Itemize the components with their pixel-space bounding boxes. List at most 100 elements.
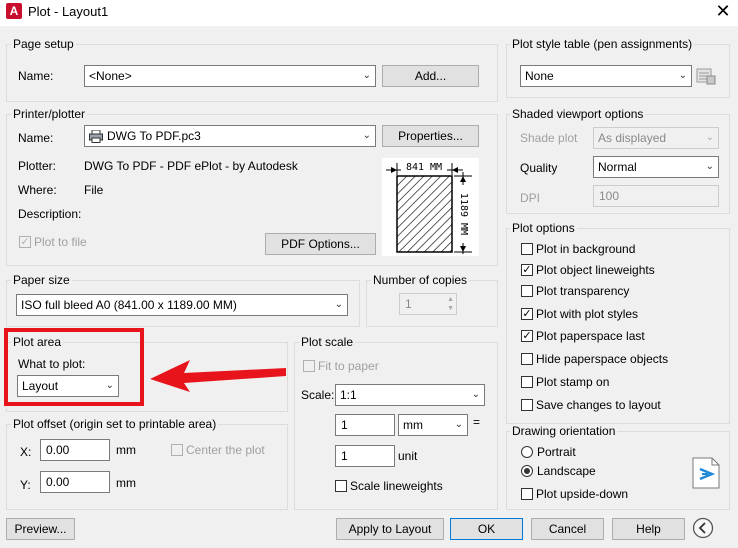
scale-lineweights-checkbox[interactable]	[335, 480, 347, 492]
apply-to-layout-button[interactable]: Apply to Layout	[336, 518, 444, 540]
landscape-label: Landscape	[537, 464, 596, 478]
page-setup-name-value: <None>	[89, 69, 132, 83]
plot-with-plot-styles-checkbox[interactable]: ✓	[521, 308, 533, 320]
title-bar	[0, 0, 738, 26]
upside-down-checkbox[interactable]	[521, 488, 533, 500]
plot-offset-group	[6, 424, 288, 510]
copies-stepper[interactable]: 1 ▲ ▼	[399, 293, 457, 315]
hide-paperspace-objects-label: Hide paperspace objects	[536, 352, 669, 366]
fit-to-paper-label: Fit to paper	[318, 359, 379, 373]
quality-label: Quality	[520, 161, 558, 175]
center-plot-checkbox[interactable]	[171, 444, 183, 456]
plot-paperspace-last-label: Plot paperspace last	[536, 329, 645, 343]
offset-x-label: X:	[20, 445, 32, 459]
plotter-value: DWG To PDF - PDF ePlot - by Autodesk	[84, 159, 298, 173]
save-changes-checkbox[interactable]	[521, 399, 533, 411]
orientation-label: Drawing orientation	[510, 424, 618, 438]
page-setup-label: Page setup	[11, 37, 76, 51]
chevron-down-icon: ⌄	[705, 161, 714, 172]
plotter-label: Plotter:	[18, 159, 57, 173]
scale-numerator-input[interactable]: 1	[335, 414, 395, 436]
plot-object-lineweights-checkbox[interactable]: ✓	[521, 264, 533, 276]
preview-button[interactable]: Preview...	[6, 518, 75, 540]
preview-height-label: 1189 MM	[457, 185, 469, 243]
chevron-down-icon: ⌄	[362, 70, 371, 81]
where-label: Where:	[18, 183, 57, 197]
paper-size-value: ISO full bleed A0 (841.00 x 1189.00 MM)	[21, 298, 237, 312]
portrait-label: Portrait	[537, 445, 576, 459]
properties-button[interactable]: Properties...	[382, 125, 479, 147]
edit-plot-style-icon[interactable]	[695, 66, 717, 86]
plot-in-background-label: Plot in background	[536, 242, 636, 256]
offset-x-unit: mm	[116, 443, 136, 457]
save-changes-label: Save changes to layout	[536, 398, 661, 412]
plot-in-background-checkbox[interactable]	[521, 243, 533, 255]
offset-y-unit: mm	[116, 476, 136, 490]
plot-with-plot-styles-label: Plot with plot styles	[536, 307, 639, 321]
chevron-down-icon: ⌄	[705, 132, 714, 143]
cancel-button[interactable]: Cancel	[531, 518, 604, 540]
landscape-orientation-icon	[692, 457, 720, 489]
scale-combo[interactable]: 1:1 ⌄	[335, 384, 485, 406]
plot-transparency-checkbox[interactable]	[521, 285, 533, 297]
shade-plot-combo[interactable]: As displayed ⌄	[593, 127, 719, 149]
chevron-down-icon: ⌄	[471, 389, 480, 400]
close-icon[interactable]: ✕	[713, 1, 733, 21]
chevron-down-icon: ⌄	[454, 419, 463, 430]
scale-denominator-input[interactable]: 1	[335, 445, 395, 467]
scale-unit-label: unit	[398, 449, 418, 463]
help-button[interactable]: Help	[612, 518, 685, 540]
plot-stamp-on-checkbox[interactable]	[521, 376, 533, 388]
add-button[interactable]: Add...	[382, 65, 479, 87]
hide-paperspace-objects-checkbox[interactable]	[521, 353, 533, 365]
equals-sign: =	[473, 415, 481, 429]
window-title: Plot - Layout1	[28, 4, 109, 19]
pdf-options-button[interactable]: PDF Options...	[265, 233, 376, 255]
scale-value: 1:1	[340, 388, 357, 402]
printer-name-combo[interactable]: DWG To PDF.pc3 ⌄	[84, 125, 376, 147]
highlight-box	[4, 328, 144, 406]
fit-to-paper-checkbox[interactable]	[303, 360, 315, 372]
printer-icon	[89, 129, 103, 143]
stepper-arrows-icon: ▲ ▼	[447, 296, 454, 312]
red-arrow-annotation	[148, 358, 290, 392]
plot-to-file-label: Plot to file	[34, 235, 87, 249]
plot-style-combo[interactable]: None ⌄	[520, 65, 692, 87]
offset-y-input[interactable]: 0.00	[40, 471, 110, 493]
description-label: Description:	[18, 207, 82, 221]
paper-size-combo[interactable]: ISO full bleed A0 (841.00 x 1189.00 MM) …	[16, 294, 348, 316]
plot-style-label: Plot style table (pen assignments)	[510, 37, 695, 51]
paper-size-label: Paper size	[11, 273, 72, 287]
printer-name-label: Name:	[18, 131, 54, 145]
chevron-down-icon: ⌄	[334, 299, 343, 310]
preview-width-label: 841 MM	[401, 162, 447, 174]
plot-to-file-checkbox[interactable]: ✓	[19, 236, 31, 248]
plot-options-group	[506, 228, 730, 424]
dpi-input[interactable]: 100	[593, 185, 719, 207]
shade-plot-label: Shade plot	[520, 131, 578, 145]
ok-button[interactable]: OK	[450, 518, 523, 540]
where-value: File	[84, 183, 104, 197]
scale-label: Scale:	[301, 388, 335, 402]
printer-plotter-label: Printer/plotter	[11, 107, 88, 121]
shade-plot-value: As displayed	[598, 131, 667, 145]
plot-style-value: None	[525, 69, 554, 83]
dpi-label: DPI	[520, 191, 541, 205]
plot-object-lineweights-label: Plot object lineweights	[536, 263, 655, 277]
plot-options-label: Plot options	[510, 221, 577, 235]
chevron-down-icon: ⌄	[362, 130, 371, 141]
page-setup-name-label: Name:	[18, 69, 54, 83]
plot-paperspace-last-checkbox[interactable]: ✓	[521, 330, 533, 342]
landscape-radio[interactable]	[521, 465, 533, 477]
offset-x-input[interactable]: 0.00	[40, 439, 110, 461]
scale-unit-combo[interactable]: mm ⌄	[398, 414, 468, 436]
center-plot-label: Center the plot	[186, 443, 265, 457]
upside-down-label: Plot upside-down	[536, 487, 629, 501]
collapse-options-icon[interactable]	[692, 517, 714, 539]
page-setup-name-combo[interactable]: <None> ⌄	[84, 65, 376, 87]
plot-transparency-label: Plot transparency	[536, 284, 630, 298]
quality-combo[interactable]: Normal ⌄	[593, 156, 719, 178]
plot-scale-label: Plot scale	[299, 335, 356, 349]
portrait-radio[interactable]	[521, 446, 533, 458]
scale-lineweights-label: Scale lineweights	[350, 479, 443, 493]
